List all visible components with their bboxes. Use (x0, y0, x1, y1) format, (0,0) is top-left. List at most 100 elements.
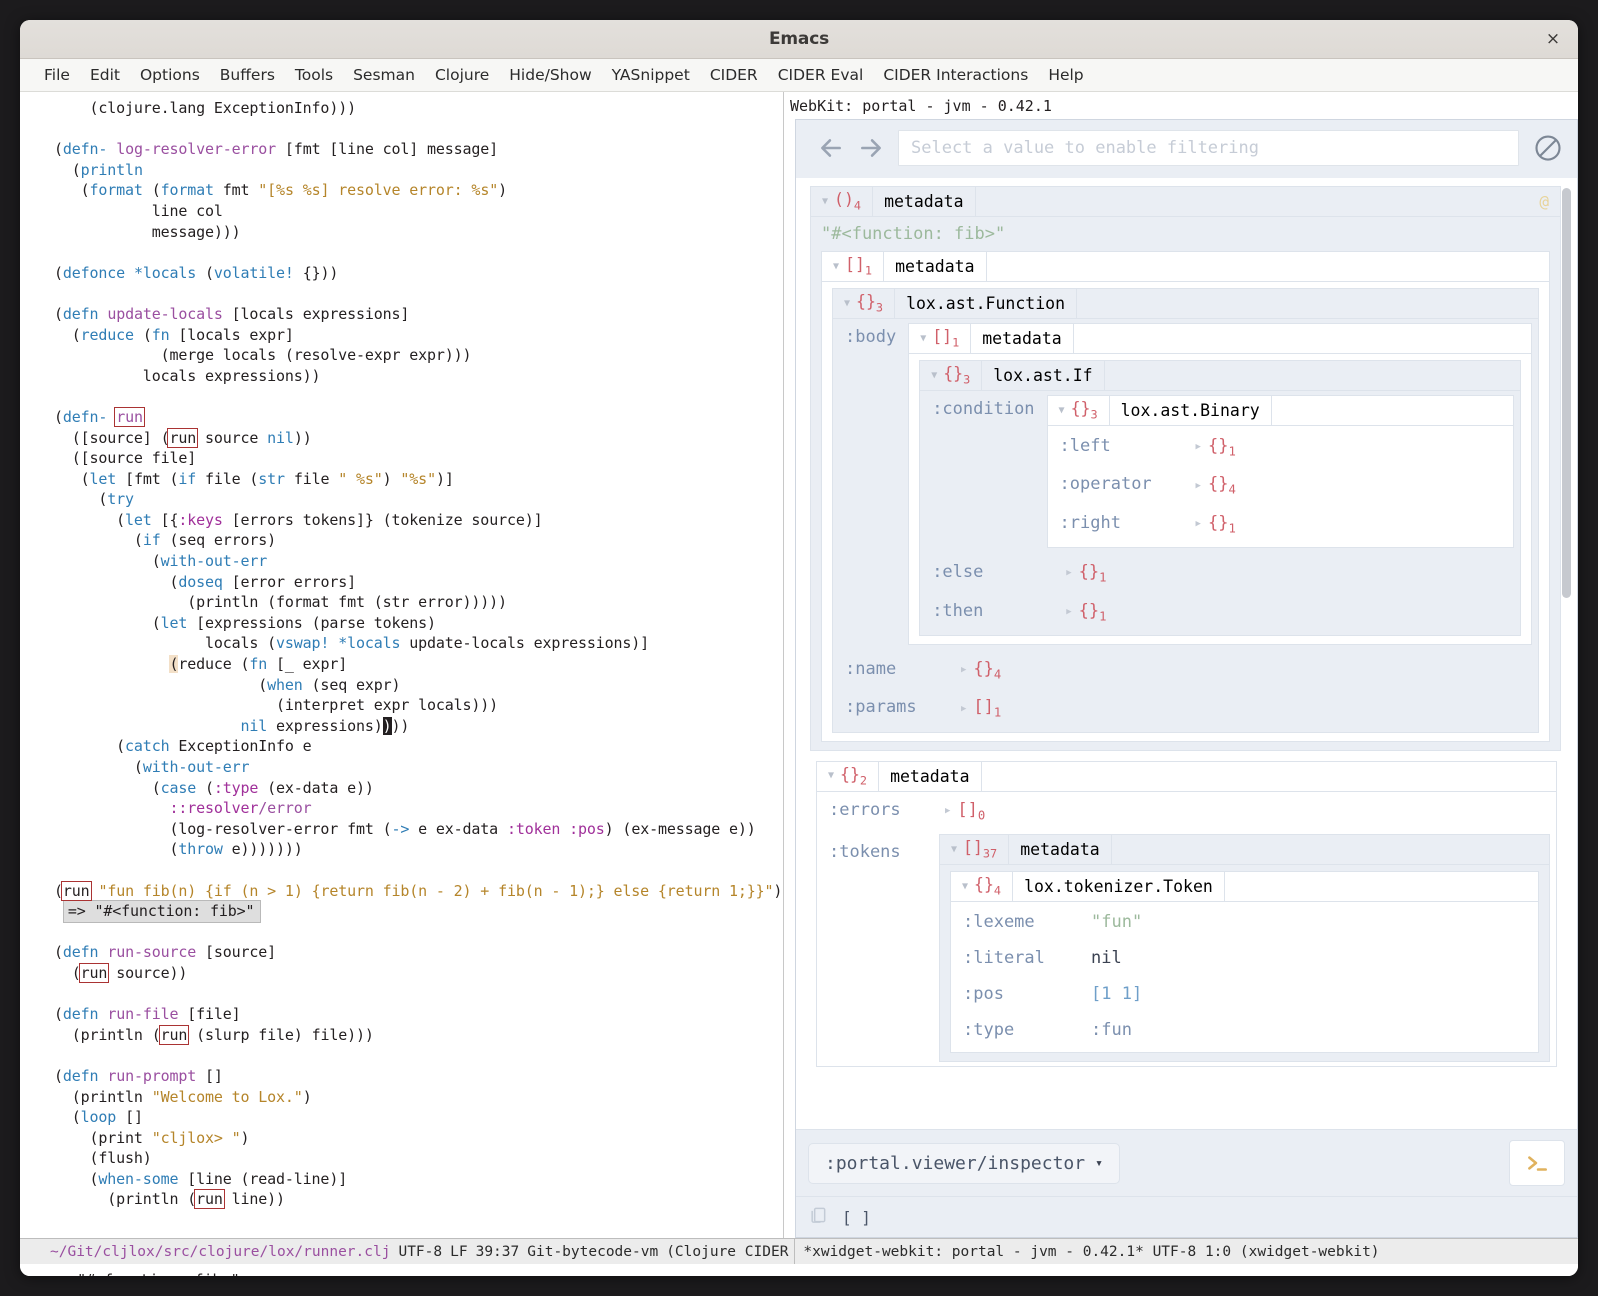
arrow-left-icon[interactable] (818, 135, 844, 161)
inspector-tokens-vector-node[interactable]: ▼ []37 metadata ▼ {}4 lox.tokenizer.Toke… (939, 834, 1550, 1063)
chevron-right-icon[interactable]: ▶ (1196, 442, 1201, 452)
chevron-down-icon[interactable]: ▼ (920, 333, 926, 344)
kv-key[interactable]: :operator (1048, 466, 1190, 502)
menu-item-hide-show[interactable]: Hide/Show (499, 64, 601, 86)
menu-item-sesman[interactable]: Sesman (343, 64, 425, 86)
chevron-down-icon[interactable]: ▼ (1059, 405, 1065, 416)
kv-value[interactable]: nil (1085, 940, 1128, 976)
kv-value[interactable]: ▶ {}1 (1060, 593, 1112, 631)
portal-scrollbar[interactable] (1562, 188, 1571, 598)
chevron-right-icon[interactable]: ▶ (945, 806, 950, 816)
chevron-down-icon[interactable]: ▼ (951, 844, 957, 855)
menu-item-tools[interactable]: Tools (285, 64, 343, 86)
tokens-metadata-label[interactable]: metadata (1009, 835, 1112, 865)
tokens-collection-cell[interactable]: ▼ []37 (940, 835, 1010, 865)
root-collection-cell[interactable]: ▼ ()4 (811, 187, 874, 216)
menu-item-cider-interactions[interactable]: CIDER Interactions (873, 64, 1038, 86)
menu-item-file[interactable]: File (34, 64, 80, 86)
chevron-right-icon[interactable]: ▶ (1196, 519, 1201, 529)
menu-item-yasnippet[interactable]: YASnippet (602, 64, 700, 86)
kv-key[interactable]: :literal (951, 940, 1085, 976)
arrow-right-icon[interactable] (858, 135, 884, 161)
kv-value[interactable]: ▶ []1 (955, 689, 1007, 727)
chevron-down-icon[interactable]: ▼ (822, 196, 828, 207)
inspector-root-node[interactable]: ▼ ()4 metadata @ "#<function: fib>" ▼ []… (810, 186, 1561, 751)
body-collection-cell[interactable]: ▼ []1 (909, 324, 972, 353)
kv-value[interactable]: ▶ {}1 (1060, 554, 1112, 592)
chevron-right-icon[interactable]: ▶ (1066, 568, 1071, 578)
inspector-vector-node[interactable]: ▼ []1 metadata ▼ {}3 lox.ast.Function:b… (821, 251, 1550, 742)
binary-type-name[interactable]: lox.ast.Binary (1110, 396, 1272, 425)
kv-key[interactable]: :errors (817, 792, 939, 828)
inspector-tokens-map-node[interactable]: ▼ {}2 metadata :errors ▶ []0:tokens ▼ [… (816, 760, 1557, 1068)
kv-key[interactable]: :pos (951, 976, 1085, 1012)
kv-key[interactable]: :tokens (817, 830, 939, 870)
mode-line-eol: LF (450, 1243, 468, 1260)
chevron-right-icon[interactable]: ▶ (1196, 481, 1201, 491)
copy-icon[interactable] (808, 1204, 828, 1230)
menu-item-buffers[interactable]: Buffers (210, 64, 285, 86)
menu-item-clojure[interactable]: Clojure (425, 64, 499, 86)
kv-value[interactable]: :fun (1085, 1012, 1138, 1048)
clojure-source[interactable]: (clojure.lang ExceptionInfo))) (defn- lo… (20, 98, 783, 1210)
body-metadata-label[interactable]: metadata (971, 324, 1074, 353)
code-area[interactable]: (clojure.lang ExceptionInfo))) (defn- lo… (20, 92, 783, 1238)
menu-item-edit[interactable]: Edit (80, 64, 130, 86)
chevron-right-icon[interactable]: ▶ (1066, 607, 1071, 617)
node-header: ▼ []1 metadata (822, 252, 1549, 282)
chevron-down-icon[interactable]: ▼ (833, 261, 839, 272)
menu-item-options[interactable]: Options (130, 64, 210, 86)
kv-value[interactable]: [1 1] (1085, 976, 1148, 1012)
kv-key[interactable]: :then (920, 593, 1060, 629)
chevron-down-icon[interactable]: ▼ (962, 881, 968, 892)
filter-input[interactable] (898, 130, 1519, 166)
kv-key[interactable]: :right (1048, 505, 1190, 541)
chevron-right-icon[interactable]: ▶ (961, 704, 966, 714)
binary-collection-cell[interactable]: ▼ {}3 (1048, 396, 1110, 425)
kv-value[interactable]: "fun" (1085, 904, 1148, 940)
menu-item-cider-eval[interactable]: CIDER Eval (768, 64, 874, 86)
function-collection-cell[interactable]: ▼ {}3 (833, 289, 896, 318)
inspector-function-node[interactable]: ▼ {}3 lox.ast.Function :body ▼ []1 metad… (832, 288, 1539, 733)
viewer-select[interactable]: :portal.viewer/inspector ▾ (808, 1142, 1120, 1184)
chevron-right-icon[interactable]: ▶ (961, 665, 966, 675)
inspector-body-vector-node[interactable]: ▼ []1 metadata ▼ {}3 lox.ast.If:conditi… (908, 323, 1532, 645)
if-type-name[interactable]: lox.ast.If (982, 361, 1105, 390)
tokens-map-collection-cell[interactable]: ▼ {}2 (817, 761, 880, 791)
terminal-icon[interactable] (1509, 1140, 1565, 1186)
kv-value[interactable]: ▶ {}4 (1190, 466, 1242, 504)
kv-key[interactable]: :else (920, 554, 1060, 590)
inspector-token-node[interactable]: ▼ {}4 lox.tokenizer.Token:lexeme "fun" … (950, 871, 1539, 1054)
menu-item-help[interactable]: Help (1038, 64, 1093, 86)
kv-key[interactable]: :params (833, 689, 955, 725)
token-collection-cell[interactable]: ▼ {}4 (951, 872, 1014, 902)
kv-value[interactable]: ▶ []0 (939, 792, 991, 830)
kv-key[interactable]: :name (833, 651, 955, 687)
chevron-down-icon[interactable]: ▼ (931, 370, 937, 381)
kv-key[interactable]: :condition (920, 391, 1044, 427)
kv-key[interactable]: :type (951, 1012, 1085, 1048)
root-string-value[interactable]: "#<function: fib>" (811, 217, 1560, 251)
function-type-name[interactable]: lox.ast.Function (895, 289, 1078, 318)
close-icon[interactable]: × (1542, 28, 1564, 50)
kv-key[interactable]: :body (833, 319, 906, 355)
kv-value[interactable]: ▶ {}1 (1190, 428, 1242, 466)
menu-item-cider[interactable]: CIDER (700, 64, 768, 86)
if-collection-cell[interactable]: ▼ {}3 (920, 361, 983, 390)
kv-key[interactable]: :lexeme (951, 904, 1085, 940)
kv-value[interactable]: ▶ {}1 (1190, 505, 1242, 543)
chevron-down-icon[interactable]: ▼ (844, 298, 850, 309)
tokens-map-metadata-label[interactable]: metadata (879, 761, 982, 791)
kv-key[interactable]: :left (1048, 428, 1190, 464)
chevron-down-icon[interactable]: ▼ (828, 771, 834, 781)
collection-type: []37 (963, 838, 998, 861)
vector-collection-cell[interactable]: ▼ []1 (822, 252, 885, 281)
root-metadata-label[interactable]: metadata (873, 187, 976, 216)
vector-metadata-label[interactable]: metadata (884, 252, 987, 281)
token-type-name[interactable]: lox.tokenizer.Token (1013, 872, 1225, 902)
ban-icon[interactable] (1533, 133, 1563, 163)
portal-body[interactable]: ▼ ()4 metadata @ "#<function: fib>" ▼ []… (796, 178, 1577, 1129)
inspector-binary-node[interactable]: ▼ {}3 lox.ast.Binary:left ▶ {}1:operat… (1046, 395, 1514, 549)
inspector-if-node[interactable]: ▼ {}3 lox.ast.If:condition ▼ {}3 lox.as… (919, 360, 1521, 636)
kv-value[interactable]: ▶ {}4 (955, 651, 1007, 689)
